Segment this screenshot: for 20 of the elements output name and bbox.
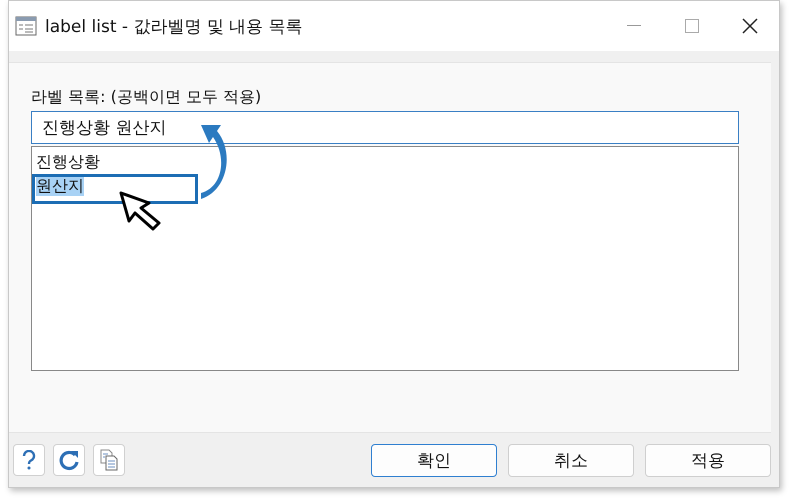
copy-icon [99,449,119,471]
dialog-button[interactable]: 확인 [371,444,497,476]
list-item[interactable]: 원산지 [36,175,84,196]
refresh-icon [58,449,80,471]
minimize-icon [627,25,641,27]
maximize-icon [685,19,699,33]
dialog-button[interactable]: 취소 [508,444,634,476]
copy-button[interactable] [93,444,125,476]
label-list[interactable]: 진행상황 원산지 [31,146,739,371]
help-icon [22,450,36,470]
close-icon [742,18,758,34]
cursor-icon [119,191,161,231]
window-title: label list - 값라벨명 및 내용 목록 [45,16,304,38]
help-button[interactable] [13,444,45,476]
label-input-field[interactable]: 진행상황 원산지 [31,111,739,144]
list-window-icon [15,16,37,36]
list-item[interactable]: 진행상황 [36,151,100,172]
dialog-button[interactable]: 적용 [645,444,771,476]
refresh-button[interactable] [53,444,85,476]
list-label: 라벨 목록: (공백이면 모두 적용) [31,87,262,108]
